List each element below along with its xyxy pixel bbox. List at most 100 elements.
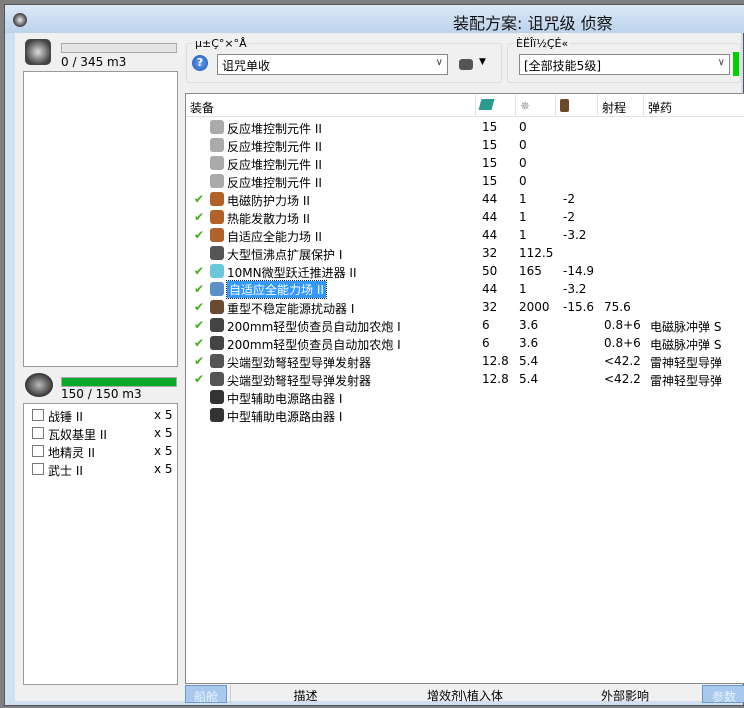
header-range[interactable]: 射程 [598,94,644,117]
cell-c5: 雷神轻型导弹 [650,356,723,370]
cell-c1: 15 [482,120,498,134]
cell-c2: 1 [519,192,527,206]
fitting-select[interactable]: 诅咒单收 ∨ [217,54,448,75]
drone-item[interactable]: 地精灵 II x 5 [32,442,182,460]
table-row[interactable]: ✔ 重型不稳定能源扰动器 I 32 2000 -15.6 75.6 [186,298,744,316]
module-name: 大型恒沸点扩展保护 I [227,248,343,262]
shield-hardener-icon [210,192,224,206]
header-powergrid[interactable]: ✵ [516,94,556,117]
shield-hardener-icon [210,228,224,242]
module-name: 反应堆控制元件 II [227,176,322,190]
cell-c2: 3.6 [519,336,539,350]
tab-external-effects[interactable]: 外部影响 [550,685,700,703]
check-icon: ✔ [194,354,205,368]
table-row[interactable]: ✔ 10MN微型跃迁推进器 II 50 165 -14.9 [186,262,744,280]
powergrid-icon: ✵ [520,99,531,113]
table-row[interactable]: ✔ 尖端型劲弩轻型导弹发射器 12.8 5.4 <42.2 雷神轻型导弹 [186,370,744,388]
fitting-group-label: µ±Ç°×°Å [193,37,249,50]
cell-c4: 0.8+6 [604,318,641,332]
table-row[interactable]: ✔ 200mm轻型侦查员自动加农炮 I 6 3.6 0.8+6 电磁脉冲弹 S [186,316,744,334]
cargo-icon [25,39,51,65]
drone-checkbox[interactable] [32,463,44,475]
check-icon: ✔ [194,210,205,224]
drone-checkbox[interactable] [32,445,44,457]
cell-c5: 雷神轻型导弹 [650,374,723,388]
cell-c1: 44 [482,228,498,242]
cell-c5: 电磁脉冲弹 S [650,320,722,334]
tab-cargo[interactable]: 船舱 [185,685,227,704]
cell-c1: 12.8 [482,372,509,386]
cell-c1: 15 [482,156,498,170]
drone-checkbox[interactable] [32,409,44,421]
character-select[interactable]: [全部技能5级] ∨ [519,54,730,75]
drone-item[interactable]: 战锤 II x 5 [32,406,182,424]
module-name: 尖端型劲弩轻型导弹发射器 [227,356,372,370]
client-area: 0 / 345 m3 150 / 150 m3 战锤 II x 5 瓦奴基里 II x… [15,33,744,704]
cpu-icon [478,99,495,110]
table-row[interactable]: ✔ 自适应全能力场 II 44 1 -3.2 [186,280,744,299]
tab-parameters[interactable]: 参数 [702,685,744,704]
cell-c4: 0.8+6 [604,336,641,350]
cell-c4: <42.2 [604,372,641,386]
cell-c1: 44 [482,192,498,206]
table-row[interactable]: 反应堆控制元件 II 15 0 [186,118,744,136]
header-capacitor[interactable] [556,94,598,117]
missile-launcher-icon [210,354,224,368]
check-icon: ✔ [194,372,205,386]
module-name: 反应堆控制元件 II [227,158,322,172]
table-row[interactable]: 反应堆控制元件 II 15 0 [186,154,744,172]
module-name: 反应堆控制元件 II [227,122,322,136]
drone-item[interactable]: 武士 II x 5 [32,460,182,478]
cell-c3: -3.2 [563,282,587,296]
table-row[interactable]: 大型恒沸点扩展保护 I 32 112.5 [186,244,744,262]
drone-item[interactable]: 瓦奴基里 II x 5 [32,424,182,442]
cargo-list[interactable] [23,71,178,367]
table-row[interactable]: 中型辅助电源路由器 I [186,388,744,406]
cell-c3: -3.2 [563,228,587,242]
reactor-control-icon [210,120,224,134]
table-row[interactable]: ✔ 自适应全能力场 II 44 1 -3.2 [186,226,744,244]
help-icon[interactable]: ? [192,55,208,71]
table-row[interactable]: ✔ 200mm轻型侦查员自动加农炮 I 6 3.6 0.8+6 电磁脉冲弹 S [186,334,744,352]
header-module[interactable]: 装备 [186,94,476,117]
window-title: 装配方案: 诅咒级 侦察 [453,14,613,33]
module-name: 电磁防护力场 II [227,194,310,208]
table-row[interactable]: 中型辅助电源路由器 I [186,406,744,424]
table-row[interactable]: ✔ 尖端型劲弩轻型导弹发射器 12.8 5.4 <42.2 雷神轻型导弹 [186,352,744,370]
header-cpu[interactable] [476,94,516,117]
table-row[interactable]: 反应堆控制元件 II 15 0 [186,172,744,190]
drone-name: 武士 II [48,464,83,478]
reactor-control-icon [210,174,224,188]
table-row[interactable]: ✔ 热能发散力场 II 44 1 -2 [186,208,744,226]
cell-c3: -2 [563,192,575,206]
autocannon-icon [210,318,224,332]
drone-name: 瓦奴基里 II [48,428,107,442]
module-name: 自适应全能力场 II [226,280,327,299]
bottom-tab-bar: 船舱 描述 增效剂\植入体 外部影响 参数 [185,685,744,704]
fitting-select-value: 诅咒单收 [222,59,271,73]
module-name: 中型辅助电源路由器 I [227,410,343,424]
header-ammo[interactable]: 弹药 [644,94,744,117]
check-icon: ✔ [194,300,205,314]
table-row[interactable]: ✔ 电磁防护力场 II 44 1 -2 [186,190,744,208]
check-icon: ✔ [194,282,205,296]
drone-qty: x 5 [154,408,173,422]
tab-description[interactable]: 描述 [230,685,380,703]
cell-c3: -14.9 [563,264,595,278]
check-icon: ✔ [194,336,205,350]
module-name: 自适应全能力场 II [227,230,322,244]
cell-c1: 44 [482,210,498,224]
cell-c1: 32 [482,246,498,260]
ship-icon [459,59,473,70]
cell-c2: 1 [519,282,527,296]
drone-checkbox[interactable] [32,427,44,439]
table-row[interactable]: 反应堆控制元件 II 15 0 [186,136,744,154]
shield-hardener-icon [210,210,224,224]
cell-c1: 50 [482,264,498,278]
module-name: 200mm轻型侦查员自动加农炮 I [227,338,401,352]
character-group-label: ÈËÎï½ÇÉ« [514,37,571,50]
tab-boosters-implants[interactable]: 增效剂\植入体 [380,685,550,703]
drone-name: 地精灵 II [48,446,95,460]
cell-c5: 电磁脉冲弹 S [650,338,722,352]
ship-menu-button[interactable]: ▼ [459,57,491,73]
